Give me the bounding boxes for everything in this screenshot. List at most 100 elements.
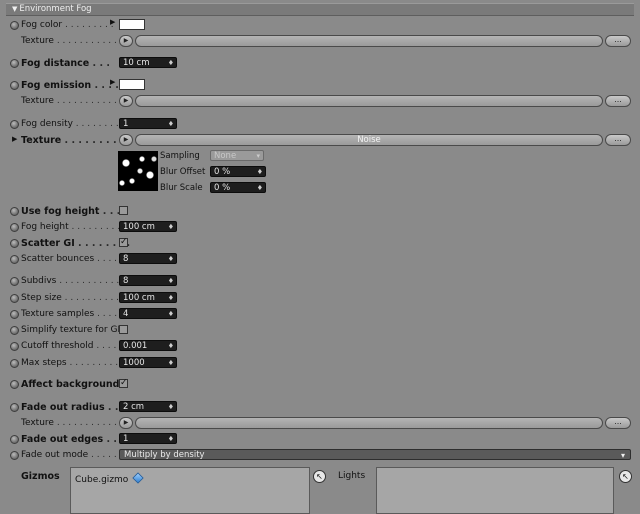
texture-slot: ▶ Noise ... [119, 134, 631, 146]
blur-scale-input[interactable]: 0 % [210, 182, 266, 194]
fog-height-input[interactable]: 100 cm [119, 221, 177, 233]
texture-menu-button[interactable]: ▶ [119, 95, 133, 107]
texture-slot: ▶ ... [119, 95, 631, 107]
row-fog-emission: Fog emission . . . . ▶ [0, 78, 640, 93]
lights-list[interactable] [376, 467, 614, 514]
blur-offset-input[interactable]: 0 % [210, 166, 266, 178]
row-fog-color: Fog color . . . . . . . . . ▶ [0, 18, 640, 33]
lights-picker-icon[interactable]: ↖ [619, 470, 632, 483]
fog-distance-label: Fog distance . . . [21, 58, 110, 69]
texture-browse-button[interactable]: ... [605, 95, 631, 107]
fade-out-edges-input[interactable]: 1 [119, 433, 177, 445]
animate-radio-icon[interactable] [10, 451, 19, 460]
animate-radio-icon[interactable] [10, 81, 19, 90]
scatter-bounces-input[interactable]: 8 [119, 253, 177, 265]
step-size-input[interactable]: 100 cm [119, 292, 177, 304]
gizmos-picker-icon[interactable]: ↖ [313, 470, 326, 483]
animate-radio-icon[interactable] [10, 21, 19, 30]
scatter-gi-checkbox[interactable]: ✓ [119, 238, 128, 247]
animate-radio-icon[interactable] [10, 207, 19, 216]
fog-distance-input[interactable]: 10 cm [119, 57, 177, 69]
row-scatter-gi: Scatter GI . . . . . . . . ✓ [0, 237, 640, 251]
section-header-environment-fog[interactable]: ▼ Environment Fog [6, 3, 634, 16]
animate-radio-icon[interactable] [10, 359, 19, 368]
texture-field[interactable] [135, 35, 603, 47]
expand-triangle-icon[interactable]: ▶ [12, 135, 17, 143]
animate-radio-icon[interactable] [10, 59, 19, 68]
texture-menu-button[interactable]: ▶ [119, 35, 133, 47]
fog-emission-label: Fog emission . . . . [21, 80, 119, 91]
cutoff-threshold-label: Cutoff threshold . . . . [21, 341, 117, 351]
animate-radio-icon[interactable] [10, 342, 19, 351]
fade-out-mode-select[interactable]: Multiply by density [119, 449, 631, 461]
animate-radio-icon[interactable] [10, 223, 19, 232]
texture-browse-button[interactable]: ... [605, 35, 631, 47]
row-fade-out-mode: Fade out mode . . . . . . Multiply by de… [0, 449, 640, 463]
animate-radio-icon[interactable] [10, 120, 19, 129]
fog-emission-swatch[interactable] [119, 79, 145, 90]
texture-browse-button[interactable]: ... [605, 134, 631, 146]
texture-menu-button[interactable]: ▶ [119, 417, 133, 429]
texture-slot: ▶ ... [119, 35, 631, 47]
gizmos-label: Gizmos [21, 471, 60, 482]
use-fog-height-checkbox[interactable] [119, 206, 128, 215]
subdivs-label: Subdivs . . . . . . . . . . . . . [21, 276, 131, 286]
row-step-size: Step size . . . . . . . . . . . 100 cm [0, 292, 640, 306]
row-texture-1: Texture . . . . . . . . . . . . ▶ ... [0, 35, 640, 49]
texture-samples-input[interactable]: 4 [119, 308, 177, 320]
animate-radio-icon[interactable] [10, 294, 19, 303]
texture-slot: ▶ ... [119, 417, 631, 429]
animate-radio-icon[interactable] [10, 255, 19, 264]
row-fog-density: Fog density . . . . . . . . . 1 [0, 118, 640, 132]
max-steps-label: Max steps . . . . . . . . . . [21, 358, 124, 368]
affect-background-label: Affect background [21, 379, 120, 390]
simplify-texture-label: Simplify texture for GI [21, 325, 121, 335]
row-fog-distance: Fog distance . . . 10 cm [0, 57, 640, 71]
collapse-triangle-icon[interactable]: ▼ [12, 4, 17, 15]
gizmos-list[interactable]: Cube.gizmo [70, 467, 310, 514]
texture-menu-button[interactable]: ▶ [119, 134, 133, 146]
animate-radio-icon[interactable] [10, 277, 19, 286]
use-fog-height-label: Use fog height . . . [21, 206, 121, 217]
texture-label: Texture . . . . . . . . . [21, 135, 124, 146]
animate-radio-icon[interactable] [10, 435, 19, 444]
color-expand-triangle-icon[interactable]: ▶ [110, 78, 115, 86]
fade-out-radius-input[interactable]: 2 cm [119, 401, 177, 413]
affect-background-checkbox[interactable]: ✓ [119, 379, 128, 388]
sampling-select[interactable]: None [210, 150, 264, 162]
row-fog-height: Fog height . . . . . . . . . 100 cm [0, 221, 640, 235]
subdivs-input[interactable]: 8 [119, 275, 177, 287]
sampling-label: Sampling [160, 151, 200, 161]
fade-out-edges-label: Fade out edges . . . [21, 434, 124, 445]
cutoff-threshold-input[interactable]: 0.001 [119, 340, 177, 352]
fade-out-radius-label: Fade out radius . . [21, 402, 119, 413]
scatter-gi-label: Scatter GI . . . . . . . . [21, 238, 131, 249]
color-expand-triangle-icon[interactable]: ▶ [110, 18, 115, 26]
max-steps-input[interactable]: 1000 [119, 357, 177, 369]
row-texture-2: Texture . . . . . . . . . . . . ▶ ... [0, 95, 640, 109]
animate-radio-icon[interactable] [10, 403, 19, 412]
step-size-label: Step size . . . . . . . . . . . [21, 293, 125, 303]
texture-field-noise[interactable]: Noise [135, 134, 603, 146]
texture-browse-button[interactable]: ... [605, 417, 631, 429]
fog-color-swatch[interactable] [119, 19, 145, 30]
scatter-bounces-label: Scatter bounces . . . . . [21, 254, 123, 264]
row-cutoff-threshold: Cutoff threshold . . . . 0.001 [0, 340, 640, 354]
animate-radio-icon[interactable] [10, 239, 19, 248]
noise-preview-thumbnail[interactable] [118, 151, 158, 191]
row-affect-background: Affect background ✓ [0, 378, 640, 392]
row-fade-out-radius: Fade out radius . . 2 cm [0, 401, 640, 415]
blur-scale-label: Blur Scale [160, 183, 203, 193]
fog-height-label: Fog height . . . . . . . . . [21, 222, 121, 232]
animate-radio-icon[interactable] [10, 380, 19, 389]
row-texture-samples: Texture samples . . . . 4 [0, 308, 640, 322]
simplify-texture-checkbox[interactable] [119, 325, 128, 334]
fog-density-input[interactable]: 1 [119, 118, 177, 130]
lights-label: Lights [338, 471, 366, 481]
list-item[interactable]: Cube.gizmo [75, 472, 144, 485]
animate-radio-icon[interactable] [10, 326, 19, 335]
texture-field[interactable] [135, 95, 603, 107]
animate-radio-icon[interactable] [10, 310, 19, 319]
texture-field[interactable] [135, 417, 603, 429]
row-subdivs: Subdivs . . . . . . . . . . . . . 8 [0, 275, 640, 289]
